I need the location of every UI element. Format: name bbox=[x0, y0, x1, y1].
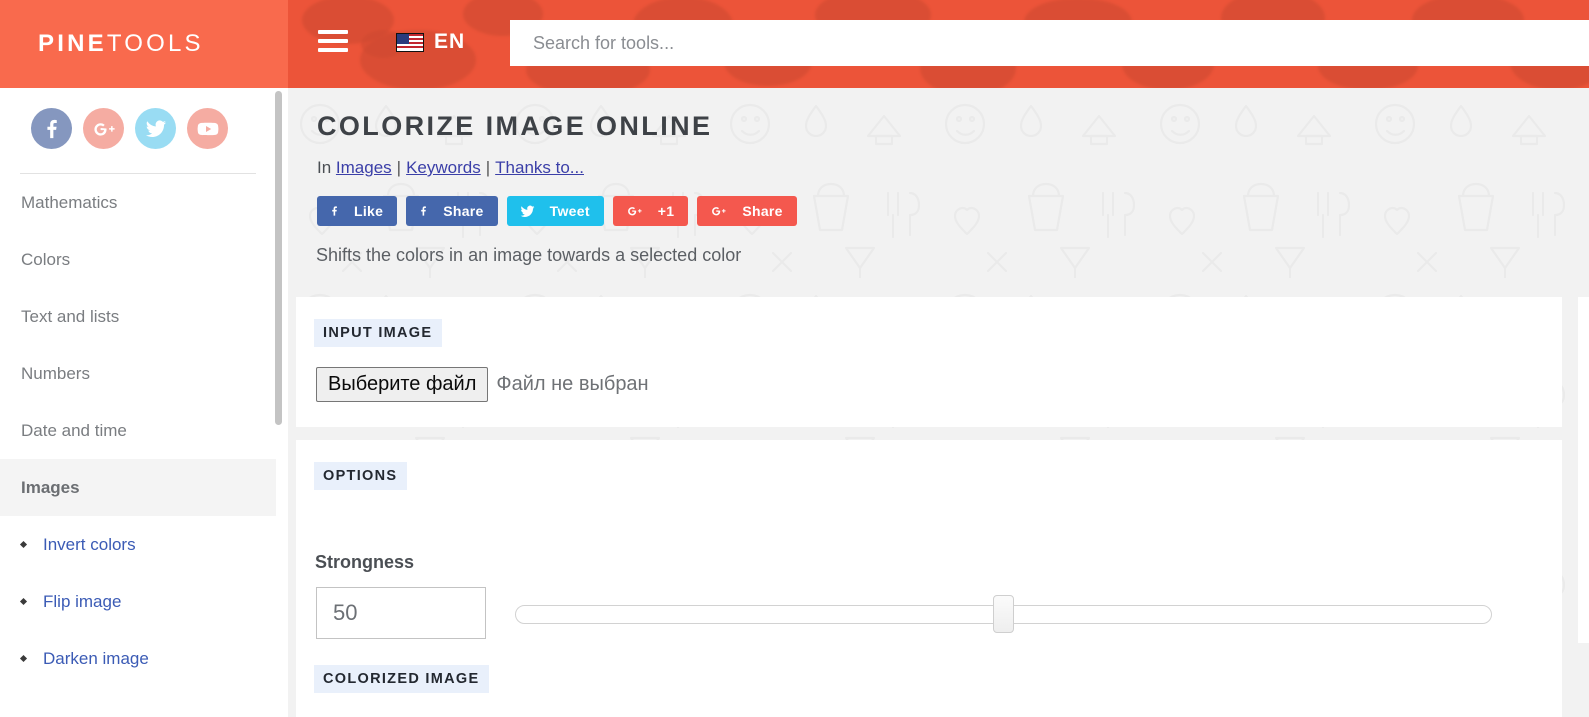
facebook-share-button[interactable]: Share bbox=[406, 196, 498, 226]
share-button-label: Share bbox=[443, 203, 484, 219]
breadcrumb-link-keywords[interactable]: Keywords bbox=[406, 158, 481, 177]
breadcrumb-link-images[interactable]: Images bbox=[336, 158, 392, 177]
sidebar-item-label: Text and lists bbox=[21, 306, 120, 326]
language-selector[interactable]: EN bbox=[396, 30, 465, 54]
sidebar: Mathematics Colors Text and lists Number… bbox=[0, 88, 288, 717]
main-content: COLORIZE IMAGE ONLINE In Images | Keywords… bbox=[288, 88, 1589, 717]
sidebar-item-label: Numbers bbox=[21, 363, 90, 383]
share-button-label: Share bbox=[742, 203, 783, 219]
search-input[interactable] bbox=[510, 20, 1589, 66]
page-root: PINETOOLS EN Search for tools... Mathema… bbox=[0, 0, 1589, 717]
sidebar-item-label: Images bbox=[21, 477, 80, 497]
file-status-text: Файл не выбран bbox=[496, 373, 649, 395]
twitter-icon[interactable] bbox=[135, 108, 176, 149]
choose-file-button[interactable]: Выберите файл bbox=[316, 367, 489, 402]
twitter-icon bbox=[519, 204, 536, 219]
facebook-icon[interactable] bbox=[31, 108, 72, 149]
hamburger-icon[interactable] bbox=[318, 30, 348, 56]
sidebar-item-label: Date and time bbox=[21, 420, 127, 440]
google-plus-icon bbox=[625, 203, 644, 219]
share-button-label: Like bbox=[354, 203, 384, 219]
breadcrumb-prefix: In bbox=[317, 158, 332, 177]
sidebar-subitem-label: Flip image bbox=[43, 591, 122, 611]
sidebar-item-label: Mathematics bbox=[21, 192, 118, 212]
sidebar-subitem-darken-image[interactable]: Darken image bbox=[0, 630, 276, 687]
facebook-icon bbox=[329, 202, 340, 220]
sidebar-item-mathematics[interactable]: Mathematics bbox=[0, 174, 276, 231]
sidebar-scrollbar[interactable] bbox=[275, 88, 282, 717]
share-button-label: +1 bbox=[657, 203, 675, 219]
facebook-icon bbox=[418, 202, 429, 220]
section-header-input-image: INPUT IMAGE bbox=[314, 319, 443, 347]
sidebar-subitem-label: Darken image bbox=[43, 648, 149, 668]
bullet-icon bbox=[19, 597, 28, 606]
strongness-input[interactable] bbox=[316, 587, 486, 639]
google-plus-icon[interactable] bbox=[83, 108, 124, 149]
input-image-panel: INPUT IMAGE Выберите файл Файл не выбран bbox=[296, 297, 1562, 427]
share-button-label: Tweet bbox=[549, 203, 590, 219]
bullet-icon bbox=[19, 654, 28, 663]
strongness-label: Strongness bbox=[315, 552, 415, 572]
section-header-options: OPTIONS bbox=[314, 462, 408, 490]
file-upload-row: Выберите файл Файл не выбран bbox=[316, 367, 649, 402]
slider-handle[interactable] bbox=[993, 595, 1014, 633]
googleplus-share-button[interactable]: Share bbox=[697, 196, 797, 226]
twitter-tweet-button[interactable]: Tweet bbox=[506, 196, 604, 226]
search-box[interactable] bbox=[510, 20, 1589, 66]
sidebar-item-images[interactable]: Images bbox=[0, 459, 276, 516]
sidebar-item-date-and-time[interactable]: Date and time bbox=[0, 402, 276, 459]
sidebar-subitem-invert-colors[interactable]: Invert colors bbox=[0, 516, 276, 573]
sidebar-item-numbers[interactable]: Numbers bbox=[0, 345, 276, 402]
language-code: EN bbox=[434, 30, 466, 53]
sidebar-item-colors[interactable]: Colors bbox=[0, 231, 276, 288]
bullet-icon bbox=[19, 540, 28, 549]
sidebar-subitem-label: Invert colors bbox=[43, 534, 136, 554]
breadcrumb-separator: | bbox=[485, 158, 491, 177]
logo-text-tools: TOOLS bbox=[106, 30, 204, 57]
facebook-like-button[interactable]: Like bbox=[317, 196, 398, 226]
strongness-slider[interactable] bbox=[515, 595, 1492, 633]
sidebar-subitem-flip-image[interactable]: Flip image bbox=[0, 573, 276, 630]
site-header: PINETOOLS EN bbox=[0, 0, 1589, 88]
sidebar-item-label: Colors bbox=[21, 249, 71, 269]
social-share-buttons: Like Share Tweet +1 Share bbox=[317, 196, 797, 226]
google-plus-icon bbox=[709, 203, 728, 219]
us-flag-icon bbox=[396, 32, 424, 52]
sidebar-scrollbar-thumb[interactable] bbox=[275, 91, 282, 425]
social-links bbox=[0, 88, 276, 149]
googleplus-plusone-button[interactable]: +1 bbox=[612, 196, 689, 226]
logo[interactable]: PINETOOLS bbox=[0, 0, 288, 88]
colorized-image-panel: COLORIZED IMAGE bbox=[296, 643, 1562, 717]
section-header-colorized-image: COLORIZED IMAGE bbox=[314, 665, 490, 693]
youtube-icon[interactable] bbox=[187, 108, 228, 149]
right-panel-gap bbox=[1578, 643, 1589, 717]
logo-text-pine: PINE bbox=[38, 30, 107, 57]
breadcrumb: In Images | Keywords | Thanks to... bbox=[317, 158, 584, 178]
sidebar-item-text-and-lists[interactable]: Text and lists bbox=[0, 288, 276, 345]
page-title: COLORIZE IMAGE ONLINE bbox=[317, 111, 713, 141]
breadcrumb-separator: | bbox=[396, 158, 402, 177]
breadcrumb-link-thanks-to[interactable]: Thanks to... bbox=[495, 158, 584, 177]
tool-description: Shifts the colors in an image towards a … bbox=[316, 245, 742, 265]
